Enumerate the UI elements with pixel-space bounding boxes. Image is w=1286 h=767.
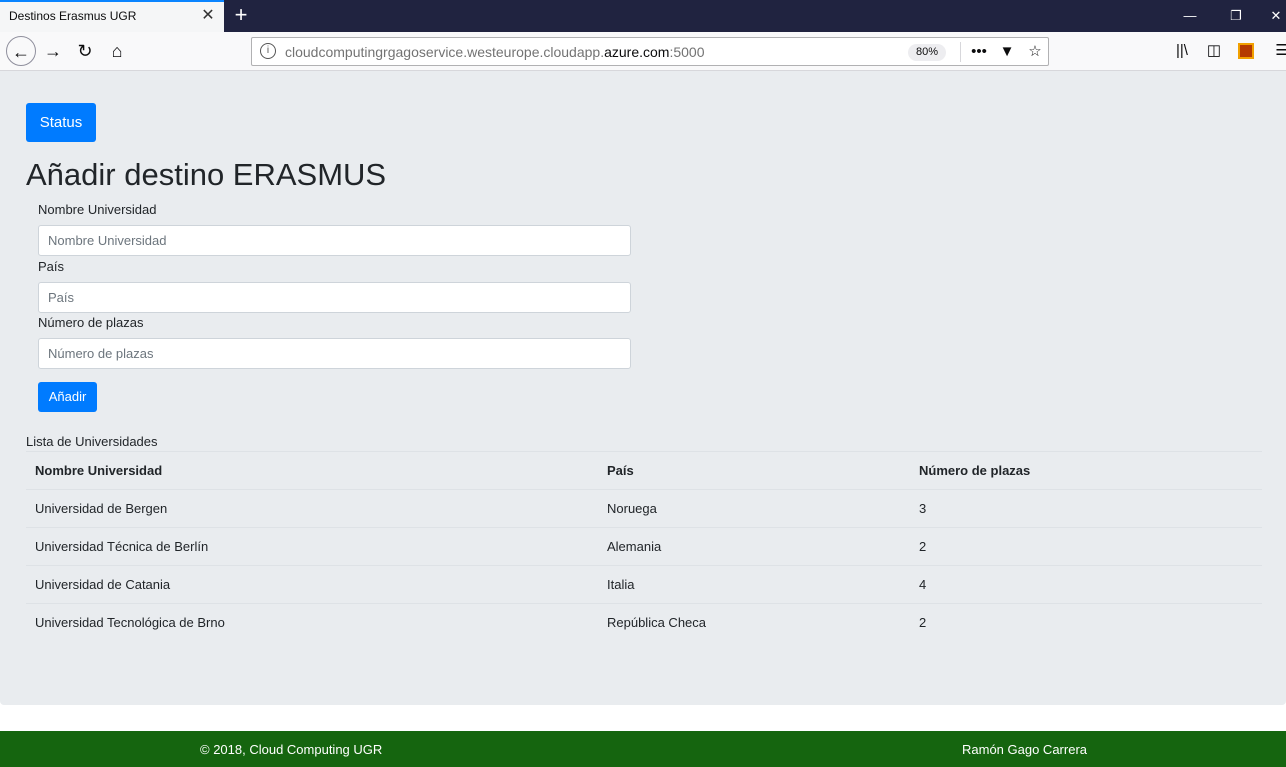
tab-title: Destinos Erasmus UGR [9,9,137,23]
library-icon[interactable]: ||\ [1170,40,1194,62]
url-suffix: :5000 [669,44,705,60]
home-icon[interactable]: ⌂ [102,36,132,66]
cell-university: Universidad de Catania [35,577,171,592]
seats-input[interactable] [38,338,631,369]
cell-country: Alemania [607,539,662,554]
universities-table: Nombre Universidad País Número de plazas… [26,451,1262,641]
table-row: Universidad Tecnológica de Brno Repúblic… [26,603,1262,641]
url-text[interactable]: cloudcomputingrgagoservice.westeurope.cl… [285,44,705,60]
info-icon[interactable]: i [260,43,276,59]
cell-country: Italia [607,577,635,592]
cell-seats: 2 [919,615,927,630]
cell-country: Noruega [607,501,657,516]
new-tab-button[interactable]: + [230,3,252,27]
pocket-icon[interactable]: ▼ [996,41,1018,63]
restore-window-icon[interactable]: ❐ [1226,6,1246,26]
browser-tab[interactable]: Destinos Erasmus UGR ✕ [0,0,224,32]
zoom-level-badge[interactable]: 80% [908,44,946,61]
back-arrow-icon[interactable]: ← [6,36,36,66]
browser-navbar: ← → ↻ ⌂ i cloudcomputingrgagoservice.wes… [0,32,1286,71]
footer-copyright: © 2018, Cloud Computing UGR [200,742,383,757]
cell-seats: 4 [919,577,927,592]
cell-seats: 2 [919,539,927,554]
header-university: Nombre Universidad [35,463,163,478]
table-row: Universidad Técnica de Berlín Alemania 2 [26,527,1262,565]
page-content: Status Añadir destino ERASMUS Nombre Uni… [0,71,1286,767]
table-row: Universidad de Catania Italia 4 [26,565,1262,603]
minimize-window-icon[interactable]: — [1180,6,1200,26]
page-footer: © 2018, Cloud Computing UGR Ramón Gago C… [0,731,1286,767]
cell-country: República Checa [607,615,707,630]
footer-author: Ramón Gago Carrera [962,742,1087,757]
url-domain: azure.com [604,44,670,60]
jumbotron: Status Añadir destino ERASMUS Nombre Uni… [0,71,1286,705]
cell-seats: 3 [919,501,927,516]
table-caption: Lista de Universidades [26,434,158,449]
seats-label: Número de plazas [38,315,144,330]
university-input[interactable] [38,225,631,256]
hamburger-menu-icon[interactable]: ☰ [1270,40,1286,62]
url-prefix: cloudcomputingrgagoservice.westeurope.cl… [285,44,605,60]
cell-university: Universidad Técnica de Berlín [35,539,209,554]
close-tab-icon[interactable]: ✕ [199,6,217,26]
add-button[interactable]: Añadir [38,382,97,412]
table-row: Universidad de Bergen Noruega 3 [26,489,1262,527]
address-bar[interactable]: i cloudcomputingrgagoservice.westeurope.… [251,37,1049,66]
extension-icon[interactable] [1238,43,1254,59]
star-icon[interactable]: ☆ [1024,41,1046,63]
header-seats: Número de plazas [919,463,1031,478]
country-input[interactable] [38,282,631,313]
close-window-icon[interactable]: ✕ [1266,6,1286,26]
page-actions-icon[interactable]: ••• [968,41,990,63]
page-title: Añadir destino ERASMUS [26,157,387,192]
forward-arrow-icon[interactable]: → [38,36,68,66]
university-label: Nombre Universidad [38,202,157,217]
sidebar-icon[interactable]: ◫ [1202,40,1226,62]
browser-titlebar: Destinos Erasmus UGR ✕ + — ❐ ✕ [0,0,1286,32]
header-country: País [607,463,634,478]
cell-university: Universidad de Bergen [35,501,168,516]
table-header-row: Nombre Universidad País Número de plazas [26,451,1262,489]
url-divider [960,42,961,62]
country-label: País [38,259,65,274]
cell-university: Universidad Tecnológica de Brno [35,615,225,630]
reload-icon[interactable]: ↻ [70,36,100,66]
status-button[interactable]: Status [26,103,96,142]
